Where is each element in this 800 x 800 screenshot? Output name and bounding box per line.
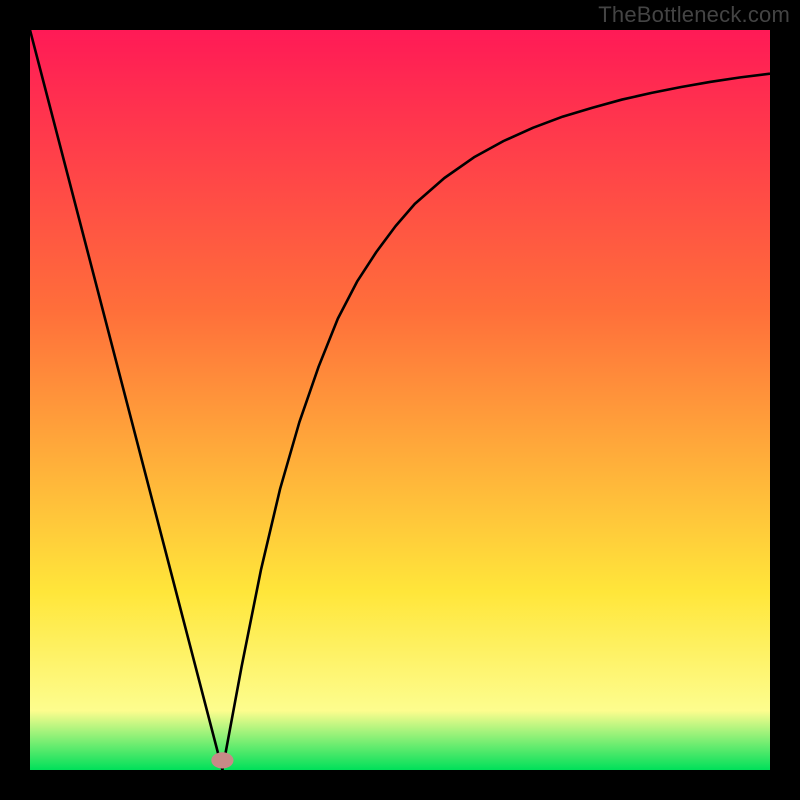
gradient-background — [30, 30, 770, 770]
plot-area — [30, 30, 770, 770]
bottleneck-chart — [30, 30, 770, 770]
minimum-marker — [211, 752, 233, 768]
watermark-label: TheBottleneck.com — [598, 2, 790, 28]
